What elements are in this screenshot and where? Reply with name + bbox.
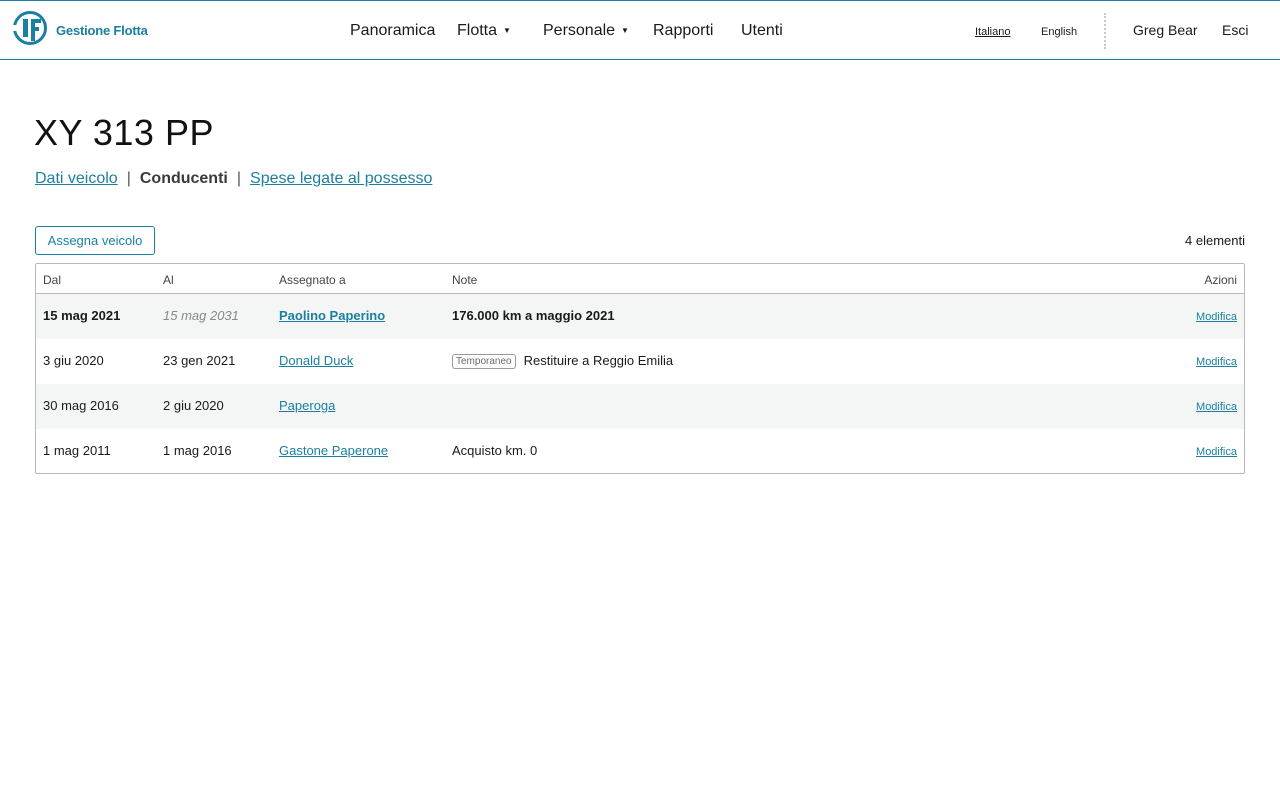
cell-notes: Acquisto km. 0 <box>452 443 538 458</box>
subnav-separator: | <box>126 170 131 187</box>
column-header-assegnato: Assegnato a <box>279 273 346 287</box>
caret-down-icon: ▼ <box>621 26 629 35</box>
vehicle-subnav: Dati veicolo | Conducenti | Spese legate… <box>35 170 432 188</box>
edit-link[interactable]: Modifica <box>1196 311 1237 323</box>
nav-item-label: Panoramica <box>350 22 436 39</box>
driver-link[interactable]: Gastone Paperone <box>279 443 388 458</box>
cell-notes: Temporaneo Restituire a Reggio Emilia <box>452 353 673 369</box>
cell-from: 30 mag 2016 <box>43 398 119 413</box>
column-header-note: Note <box>452 273 478 287</box>
tab-drivers: Conducenti <box>139 170 228 187</box>
column-header-dal: Dal <box>43 273 62 287</box>
edit-link[interactable]: Modifica <box>1196 446 1237 458</box>
brand-name: Gestione Flotta <box>56 22 148 38</box>
language-english[interactable]: English <box>1041 26 1077 38</box>
item-count: 4 elementi <box>1185 233 1245 248</box>
cell-to: 15 mag 2031 <box>163 308 239 323</box>
brand[interactable]: Gestione Flotta <box>12 10 148 51</box>
nav-item-label: Rapporti <box>653 22 714 39</box>
table-row: 3 giu 2020 23 gen 2021 Donald Duck Tempo… <box>36 339 1244 384</box>
driver-link[interactable]: Paolino Paperino <box>279 308 385 323</box>
cell-to: 23 gen 2021 <box>163 353 236 368</box>
cell-to: 2 giu 2020 <box>163 398 224 413</box>
tab-vehicle-data[interactable]: Dati veicolo <box>35 170 118 188</box>
table-row: 15 mag 2021 15 mag 2031 Paolino Paperino… <box>36 294 1244 339</box>
logout-link[interactable]: Esci <box>1222 22 1248 38</box>
language-italiano[interactable]: Italiano <box>975 26 1010 38</box>
nav-divider <box>1104 13 1106 49</box>
table-row: 1 mag 2011 1 mag 2016 Gastone Paperone A… <box>36 429 1244 473</box>
edit-link[interactable]: Modifica <box>1196 356 1237 368</box>
cell-from: 1 mag 2011 <box>43 443 111 458</box>
subnav-separator: | <box>236 170 242 187</box>
nav-item-rapporti[interactable]: Rapporti <box>653 22 713 40</box>
nav-item-label: Utenti <box>741 22 783 39</box>
temporary-badge: Temporaneo <box>452 354 516 369</box>
cell-notes: 176.000 km a maggio 2021 <box>452 308 615 323</box>
cell-from: 15 mag 2021 <box>43 308 121 323</box>
top-navbar: Gestione Flotta Panoramica Flotta ▼ Perso… <box>0 0 1280 60</box>
nav-item-personale[interactable]: Personale ▼ <box>543 22 629 40</box>
assign-vehicle-button[interactable]: Assegna veicolo <box>35 226 155 255</box>
page-title: XY 313 PP <box>34 112 214 153</box>
nav-item-label: Flotta <box>457 22 498 39</box>
cell-from: 3 giu 2020 <box>43 353 104 368</box>
nav-item-utenti[interactable]: Utenti <box>741 22 783 40</box>
edit-link[interactable]: Modifica <box>1196 401 1237 413</box>
driver-link[interactable]: Paperoga <box>279 398 335 413</box>
caret-down-icon: ▼ <box>503 26 511 35</box>
nav-item-panoramica[interactable]: Panoramica <box>350 22 435 40</box>
cell-to: 1 mag 2016 <box>163 443 232 458</box>
table-row: 30 mag 2016 2 giu 2020 Paperoga Modifica <box>36 384 1244 429</box>
table-header: Dal Al Assegnato a Note Azioni <box>36 264 1244 294</box>
driver-link[interactable]: Donald Duck <box>279 353 353 368</box>
user-name-link[interactable]: Greg Bear <box>1133 22 1198 38</box>
column-header-azioni: Azioni <box>1204 273 1237 287</box>
nav-item-flotta[interactable]: Flotta ▼ <box>457 22 511 40</box>
drivers-table: Dal Al Assegnato a Note Azioni 15 mag 20… <box>35 263 1245 474</box>
nav-item-label: Personale <box>543 22 616 39</box>
notes-text: Restituire a Reggio Emilia <box>523 353 674 368</box>
tab-ownership-costs[interactable]: Spese legate al possesso <box>250 170 432 188</box>
gf-logo-icon <box>12 10 48 51</box>
column-header-al: Al <box>163 273 174 287</box>
